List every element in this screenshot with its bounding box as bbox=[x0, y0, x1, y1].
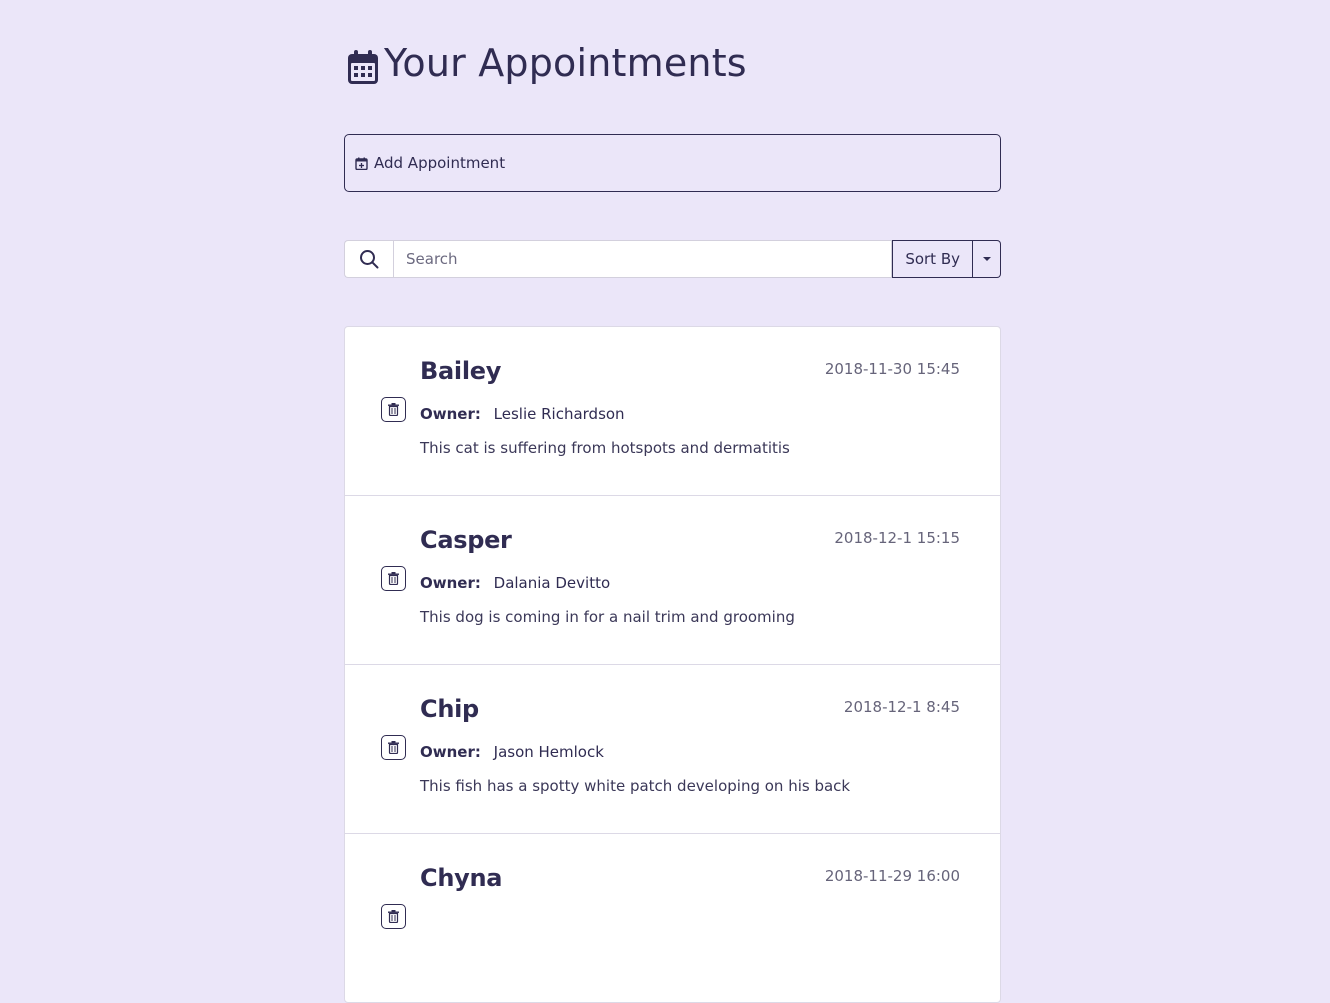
owner-name: Leslie Richardson bbox=[493, 405, 625, 423]
delete-appointment-button[interactable] bbox=[381, 735, 406, 760]
calendar-plus-icon bbox=[355, 157, 368, 170]
appointment-list: Bailey 2018-11-30 15:45 Owner: Leslie Ri… bbox=[344, 326, 1001, 1003]
sort-by-button[interactable]: Sort By bbox=[892, 240, 973, 278]
trash-icon bbox=[388, 741, 399, 754]
delete-appointment-button[interactable] bbox=[381, 904, 406, 929]
pet-name: Bailey bbox=[420, 357, 502, 385]
appointment-date: 2018-11-29 16:00 bbox=[824, 867, 960, 885]
chevron-down-icon bbox=[982, 257, 991, 261]
sort-dropdown-toggle[interactable] bbox=[973, 240, 1001, 278]
delete-appointment-button[interactable] bbox=[381, 566, 406, 591]
appointment-notes: This cat is suffering from hotspots and … bbox=[420, 439, 790, 457]
trash-icon bbox=[388, 403, 399, 416]
owner-row: Owner: Jason Hemlock bbox=[420, 743, 604, 761]
page-title: Your Appointments bbox=[346, 38, 747, 88]
appointment-item: Casper 2018-12-1 15:15 Owner: Dalania De… bbox=[345, 496, 1000, 665]
search-icon-box[interactable] bbox=[344, 240, 393, 278]
owner-row: Owner: Leslie Richardson bbox=[420, 405, 625, 423]
owner-label: Owner: bbox=[420, 574, 481, 592]
pet-name: Casper bbox=[420, 526, 512, 554]
search-icon bbox=[360, 250, 379, 269]
sort-by-label: Sort By bbox=[905, 250, 960, 268]
appointment-date: 2018-12-1 15:15 bbox=[834, 529, 960, 547]
search-input[interactable] bbox=[393, 240, 893, 278]
appointment-item: Chip 2018-12-1 8:45 Owner: Jason Hemlock… bbox=[345, 665, 1000, 834]
add-appointment-label: Add Appointment bbox=[374, 154, 506, 172]
pet-name: Chip bbox=[420, 695, 479, 723]
page-title-text: Your Appointments bbox=[384, 41, 747, 85]
pet-name: Chyna bbox=[420, 864, 503, 892]
owner-row: Owner: Dalania Devitto bbox=[420, 574, 610, 592]
owner-row bbox=[420, 912, 428, 930]
appointment-notes: This fish has a spotty white patch devel… bbox=[420, 777, 851, 795]
owner-name: Jason Hemlock bbox=[493, 743, 604, 761]
delete-appointment-button[interactable] bbox=[381, 397, 406, 422]
appointment-item: Chyna 2018-11-29 16:00 bbox=[345, 834, 1000, 1002]
add-appointment-button[interactable]: Add Appointment bbox=[344, 134, 1001, 192]
trash-icon bbox=[388, 910, 399, 923]
appointment-date: 2018-11-30 15:45 bbox=[824, 360, 960, 378]
owner-label: Owner: bbox=[420, 743, 481, 761]
owner-label: Owner: bbox=[420, 405, 481, 423]
appointment-item: Bailey 2018-11-30 15:45 Owner: Leslie Ri… bbox=[345, 327, 1000, 496]
appointment-date: 2018-12-1 8:45 bbox=[843, 698, 960, 716]
trash-icon bbox=[388, 572, 399, 585]
search-bar: Sort By bbox=[344, 240, 1001, 278]
calendar-icon bbox=[348, 50, 378, 84]
owner-name: Dalania Devitto bbox=[493, 574, 611, 592]
appointment-notes: This dog is coming in for a nail trim an… bbox=[420, 608, 795, 626]
